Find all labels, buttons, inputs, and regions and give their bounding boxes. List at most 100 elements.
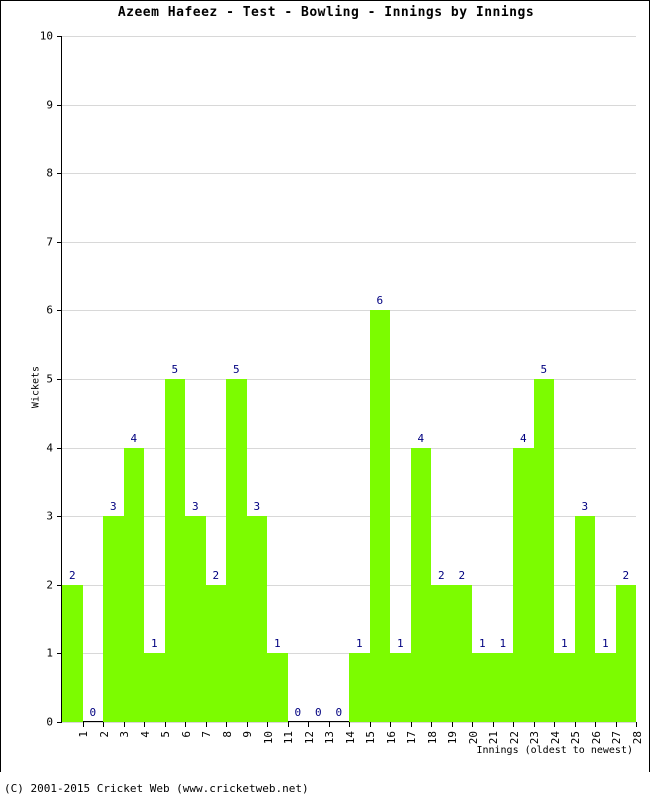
x-axis-tick xyxy=(431,722,432,727)
bar[interactable] xyxy=(595,653,616,722)
bar-value-label: 3 xyxy=(253,500,261,514)
bar-value-label: 2 xyxy=(458,568,466,582)
bar-slot[interactable]: 1 xyxy=(267,36,288,722)
bar[interactable] xyxy=(123,447,144,722)
bar[interactable] xyxy=(144,653,165,722)
bar-value-label: 3 xyxy=(581,500,589,514)
bar-slot[interactable]: 2 xyxy=(451,36,472,722)
x-axis-tick-label: 26 xyxy=(589,731,603,745)
bar-slot[interactable]: 5 xyxy=(226,36,247,722)
x-axis-tick-label: 14 xyxy=(343,731,357,745)
bar[interactable] xyxy=(349,653,370,722)
bar-slot[interactable]: 5 xyxy=(164,36,185,722)
x-axis-tick-label: 5 xyxy=(159,731,173,738)
y-axis-tick-label: 9 xyxy=(46,98,53,112)
x-axis-tick-label: 17 xyxy=(405,731,419,745)
x-axis-tick-label: 18 xyxy=(425,731,439,745)
bar[interactable] xyxy=(451,584,472,722)
bar[interactable] xyxy=(369,310,390,722)
bar-slot[interactable]: 4 xyxy=(513,36,534,722)
bar[interactable] xyxy=(103,516,124,722)
x-axis-tick xyxy=(349,722,350,727)
y-axis-tick-label: 4 xyxy=(46,441,53,455)
bar[interactable] xyxy=(267,653,288,722)
chart-card: Azeem Hafeez - Test - Bowling - Innings … xyxy=(0,0,650,772)
x-axis-tick xyxy=(554,722,555,727)
bar[interactable] xyxy=(226,379,247,722)
bar-slot[interactable]: 1 xyxy=(492,36,513,722)
x-axis-tick xyxy=(226,722,227,727)
bar-slot[interactable]: 0 xyxy=(329,36,350,722)
bar[interactable] xyxy=(410,447,431,722)
bar[interactable] xyxy=(615,584,636,722)
y-axis-tick-label: 6 xyxy=(46,303,53,317)
bar-value-label: 1 xyxy=(273,637,281,651)
x-axis-tick-label: 6 xyxy=(179,731,193,738)
bar-slot[interactable]: 4 xyxy=(410,36,431,722)
bar-slot[interactable]: 5 xyxy=(533,36,554,722)
bar[interactable] xyxy=(185,516,206,722)
x-axis-tick-label: 21 xyxy=(487,731,501,745)
x-axis-tick-label: 16 xyxy=(384,731,398,745)
x-axis-tick-label: 15 xyxy=(364,731,378,745)
bar-slot[interactable]: 3 xyxy=(185,36,206,722)
bar-slot[interactable]: 1 xyxy=(472,36,493,722)
bar[interactable] xyxy=(164,379,185,722)
bar[interactable] xyxy=(513,447,534,722)
bar-slot[interactable]: 1 xyxy=(144,36,165,722)
bar-value-label: 4 xyxy=(130,431,138,445)
x-axis-tick-label: 10 xyxy=(261,731,275,745)
bar-slot[interactable]: 2 xyxy=(62,36,83,722)
bar[interactable] xyxy=(554,653,575,722)
bar-slot[interactable]: 1 xyxy=(349,36,370,722)
bar-slot[interactable]: 3 xyxy=(246,36,267,722)
bar-value-label: 0 xyxy=(294,706,302,719)
x-axis-tick xyxy=(390,722,391,727)
x-axis-tick-label: 1 xyxy=(77,731,91,738)
x-axis-tick-label: 4 xyxy=(138,731,152,738)
x-axis-tick xyxy=(451,722,453,727)
bar-slot[interactable]: 1 xyxy=(554,36,575,722)
x-axis-tick xyxy=(246,722,248,727)
bar-slot[interactable]: 2 xyxy=(431,36,452,722)
bar-value-label: 0 xyxy=(89,706,97,719)
x-axis-tick xyxy=(308,722,309,727)
bar-value-label: 0 xyxy=(335,706,343,719)
bar-slot[interactable]: 2 xyxy=(205,36,226,722)
bar-slot[interactable]: 0 xyxy=(288,36,309,722)
bar[interactable] xyxy=(62,584,83,722)
bar[interactable] xyxy=(205,584,226,722)
bar-slot[interactable]: 3 xyxy=(103,36,124,722)
bar-value-label: 5 xyxy=(232,363,240,376)
bar-slot[interactable]: 3 xyxy=(574,36,595,722)
x-axis-tick xyxy=(287,722,289,727)
bar-slot[interactable]: 4 xyxy=(123,36,144,722)
x-axis-tick-label: 2 xyxy=(97,731,111,738)
bar[interactable] xyxy=(533,379,554,722)
bar-value-label: 2 xyxy=(68,568,76,582)
bar[interactable] xyxy=(492,653,513,722)
bar[interactable] xyxy=(574,516,595,722)
bar-slot[interactable]: 0 xyxy=(83,36,104,722)
x-axis-tick-label: 22 xyxy=(507,731,521,745)
bar-slot[interactable]: 6 xyxy=(369,36,390,722)
x-axis-tick xyxy=(82,722,84,727)
x-axis-tick-label: 8 xyxy=(220,731,234,738)
x-axis-tick xyxy=(123,722,125,727)
bar-slot[interactable]: 1 xyxy=(595,36,616,722)
bar[interactable] xyxy=(390,653,411,722)
bar-slot[interactable]: 1 xyxy=(390,36,411,722)
bar-value-label: 5 xyxy=(540,363,548,376)
bar[interactable] xyxy=(246,516,267,722)
bar-value-label: 2 xyxy=(212,568,220,582)
x-axis-tick-label: 7 xyxy=(200,731,214,738)
x-axis-title: Innings (oldest to newest) xyxy=(476,745,633,756)
bar-slot[interactable]: 2 xyxy=(615,36,636,722)
bar[interactable] xyxy=(472,653,493,722)
y-axis-title: Wickets xyxy=(30,365,42,408)
x-axis-tick xyxy=(492,722,494,727)
bar-slot[interactable]: 0 xyxy=(308,36,329,722)
x-axis-tick xyxy=(533,722,535,727)
chart-page: Azeem Hafeez - Test - Bowling - Innings … xyxy=(0,0,650,800)
bar[interactable] xyxy=(431,584,452,722)
